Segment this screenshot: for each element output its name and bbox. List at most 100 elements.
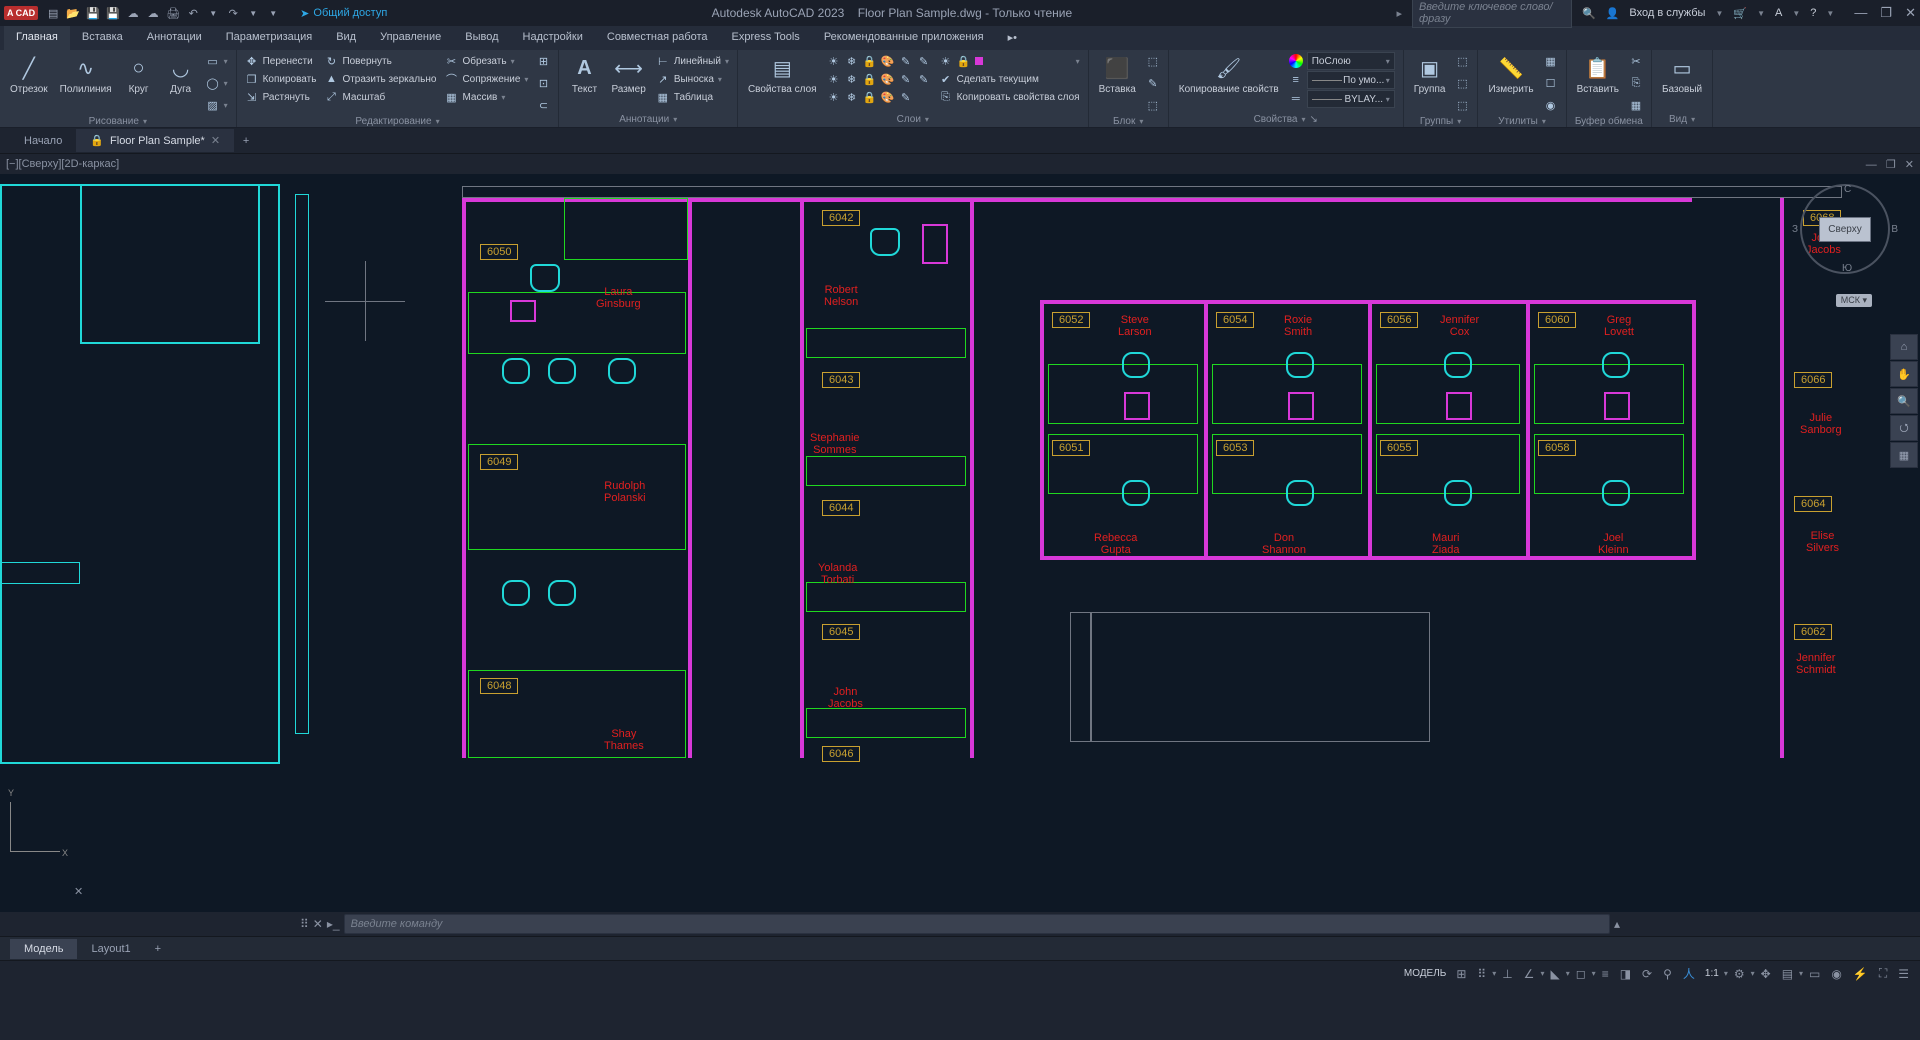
cmd-dropdown[interactable]: ▴	[1614, 917, 1620, 931]
group-extra1[interactable]: ⬚	[1453, 52, 1471, 70]
qat-redo-icon[interactable]: ↷	[224, 4, 242, 22]
array-button[interactable]: ▦Массив ▾	[442, 88, 530, 106]
vp-close[interactable]: ✕	[1905, 159, 1914, 171]
viewcube[interactable]: Сверху С В Ю З	[1800, 184, 1890, 274]
status-isodraft-icon[interactable]: ◣	[1545, 964, 1564, 984]
filetab-add[interactable]: +	[234, 135, 258, 147]
autodesk-icon[interactable]: A	[1775, 7, 1782, 19]
clip-extra1[interactable]: ✂	[1627, 52, 1645, 70]
status-transparency-icon[interactable]: ◨	[1615, 964, 1636, 984]
line-button[interactable]: ╱Отрезок	[6, 52, 52, 97]
qat-saveas-icon[interactable]: 💾	[104, 4, 122, 22]
table-button[interactable]: ▦Таблица	[654, 88, 731, 106]
qat-new-icon[interactable]: ▤	[44, 4, 62, 22]
panel-modify-title[interactable]: Редактирование ▾	[243, 114, 553, 129]
text-button[interactable]: AТекст	[565, 52, 603, 97]
panel-draw-title[interactable]: Рисование ▾	[6, 114, 230, 129]
qat-redo-dropdown[interactable]: ▼	[244, 4, 262, 22]
layouttab-model[interactable]: Модель	[10, 939, 77, 959]
wcs-badge[interactable]: МСК ▾	[1836, 294, 1872, 307]
search-icon[interactable]: 🔍	[1582, 7, 1596, 20]
measure-button[interactable]: 📏Измерить	[1484, 52, 1537, 97]
draw-extra2[interactable]: ◯▾	[204, 74, 230, 92]
search-input[interactable]: Введите ключевое слово/фразу	[1412, 0, 1572, 28]
layer-combo-row[interactable]: ☀🔒▾	[937, 52, 1082, 70]
nav-fullnav-icon[interactable]: ⌂	[1890, 334, 1918, 360]
ltype-combo[interactable]: ═BYLAY...▾	[1287, 90, 1397, 108]
panel-view-title[interactable]: Вид ▾	[1658, 112, 1706, 127]
maximize-button[interactable]: ❐	[1880, 5, 1892, 20]
status-model[interactable]: МОДЕЛЬ	[1400, 968, 1450, 979]
paste-button[interactable]: 📋Вставить	[1573, 52, 1623, 97]
draw-extra3[interactable]: ▨▾	[204, 96, 230, 114]
nav-zoom-icon[interactable]: 🔍	[1890, 388, 1918, 414]
status-hwaccel-icon[interactable]: ⚡	[1848, 964, 1873, 984]
ribbon-tab-home[interactable]: Главная	[4, 26, 70, 50]
color-combo[interactable]: ПоСлою▾	[1287, 52, 1397, 70]
mod-extra2[interactable]: ⊡	[534, 74, 552, 92]
mod-extra1[interactable]: ⊞	[534, 52, 552, 70]
ribbon-tab-annotate[interactable]: Аннотации	[135, 26, 214, 50]
status-annomon-icon[interactable]: 人	[1678, 962, 1700, 985]
search-arrow-icon[interactable]: ▸	[1396, 7, 1402, 20]
app-switcher-dropdown[interactable]: ▼	[1757, 9, 1765, 18]
ribbon-tab-collaborate[interactable]: Совместная работа	[595, 26, 720, 50]
cmd-handle-icon[interactable]: ⠿	[300, 917, 309, 931]
status-qprops-icon[interactable]: ▭	[1804, 964, 1825, 984]
ribbon-tab-insert[interactable]: Вставка	[70, 26, 135, 50]
panel-block-title[interactable]: Блок ▾	[1095, 114, 1162, 129]
status-cycling-icon[interactable]: ⟳	[1637, 964, 1657, 984]
ribbon-tab-featured[interactable]: Рекомендованные приложения	[812, 26, 996, 50]
block-extra3[interactable]: ⬚	[1144, 96, 1162, 114]
drawing-area[interactable]: 6050604260436049604460456048604660526054…	[0, 174, 1920, 912]
util-extra1[interactable]: ▦	[1542, 52, 1560, 70]
status-annoscale-icon[interactable]: ⚲	[1658, 964, 1677, 984]
vp-maximize[interactable]: ❐	[1886, 159, 1896, 171]
ucs-icon[interactable]: XY	[10, 792, 70, 852]
status-grid-icon[interactable]: ⊞	[1451, 964, 1471, 984]
close-button[interactable]: ✕	[1905, 5, 1916, 20]
status-customize-icon[interactable]: ☰	[1893, 964, 1914, 984]
group-extra3[interactable]: ⬚	[1453, 96, 1471, 114]
panel-layers-title[interactable]: Слои ▾	[744, 112, 1082, 127]
status-lweight-icon[interactable]: ≡	[1597, 964, 1614, 984]
panel-annotation-title[interactable]: Аннотации ▾	[565, 112, 731, 127]
status-snapgrid-icon[interactable]: ⠿	[1472, 964, 1491, 984]
status-workspace-icon[interactable]: ✥	[1756, 964, 1776, 984]
status-polar-icon[interactable]: ∠	[1519, 964, 1540, 984]
user-icon[interactable]: 👤	[1606, 7, 1620, 20]
qat-plot-icon[interactable]: 🖨	[164, 4, 182, 22]
ribbon-tab-manage[interactable]: Управление	[368, 26, 453, 50]
help-icon[interactable]: ?	[1810, 7, 1816, 19]
panel-properties-title[interactable]: Свойства ▾ ↘	[1175, 112, 1397, 127]
cmd-close-icon[interactable]: ✕	[313, 917, 323, 931]
nav-showmotion-icon[interactable]: ▦	[1890, 442, 1918, 468]
polyline-button[interactable]: ∿Полилиния	[56, 52, 116, 97]
circle-button[interactable]: ○Круг	[120, 52, 158, 97]
util-extra3[interactable]: ◉	[1542, 96, 1560, 114]
lweight-combo[interactable]: ≡По умо...▾	[1287, 71, 1397, 89]
makecurrent-button[interactable]: ✔Сделать текущим	[937, 70, 1082, 88]
status-osnap-icon[interactable]: ◻	[1571, 964, 1591, 984]
stretch-button[interactable]: ⇲Растянуть	[243, 88, 319, 106]
share-button[interactable]: ➤ Общий доступ	[300, 7, 387, 20]
ribbon-tab-parametric[interactable]: Параметризация	[214, 26, 324, 50]
login-dropdown[interactable]: ▼	[1715, 9, 1723, 18]
filetab-close-icon[interactable]: ✕	[211, 134, 220, 147]
mirror-button[interactable]: ▲Отразить зеркально	[322, 70, 438, 88]
qat-undo-icon[interactable]: ↶	[184, 4, 202, 22]
viewport-x-icon[interactable]: ✕	[74, 885, 83, 898]
block-extra2[interactable]: ✎	[1144, 74, 1162, 92]
help-dropdown[interactable]: ▼	[1826, 9, 1834, 18]
layouttab-layout1[interactable]: Layout1	[77, 939, 144, 959]
panel-utilities-title[interactable]: Утилиты ▾	[1484, 114, 1559, 129]
status-cleanscreen-icon[interactable]: ⛶	[1874, 963, 1892, 984]
trim-button[interactable]: ✂Обрезать ▾	[442, 52, 530, 70]
group-button[interactable]: ▣Группа	[1410, 52, 1450, 97]
clip-extra2[interactable]: ⎘	[1627, 74, 1645, 92]
rotate-button[interactable]: ↻Повернуть	[322, 52, 438, 70]
leader-button[interactable]: ↗Выноска ▾	[654, 70, 731, 88]
layer-icons2[interactable]: ☀❄🔒🎨✎✎	[825, 70, 933, 88]
fillet-button[interactable]: ⌒Сопряжение ▾	[442, 70, 530, 88]
group-extra2[interactable]: ⬚	[1453, 74, 1471, 92]
